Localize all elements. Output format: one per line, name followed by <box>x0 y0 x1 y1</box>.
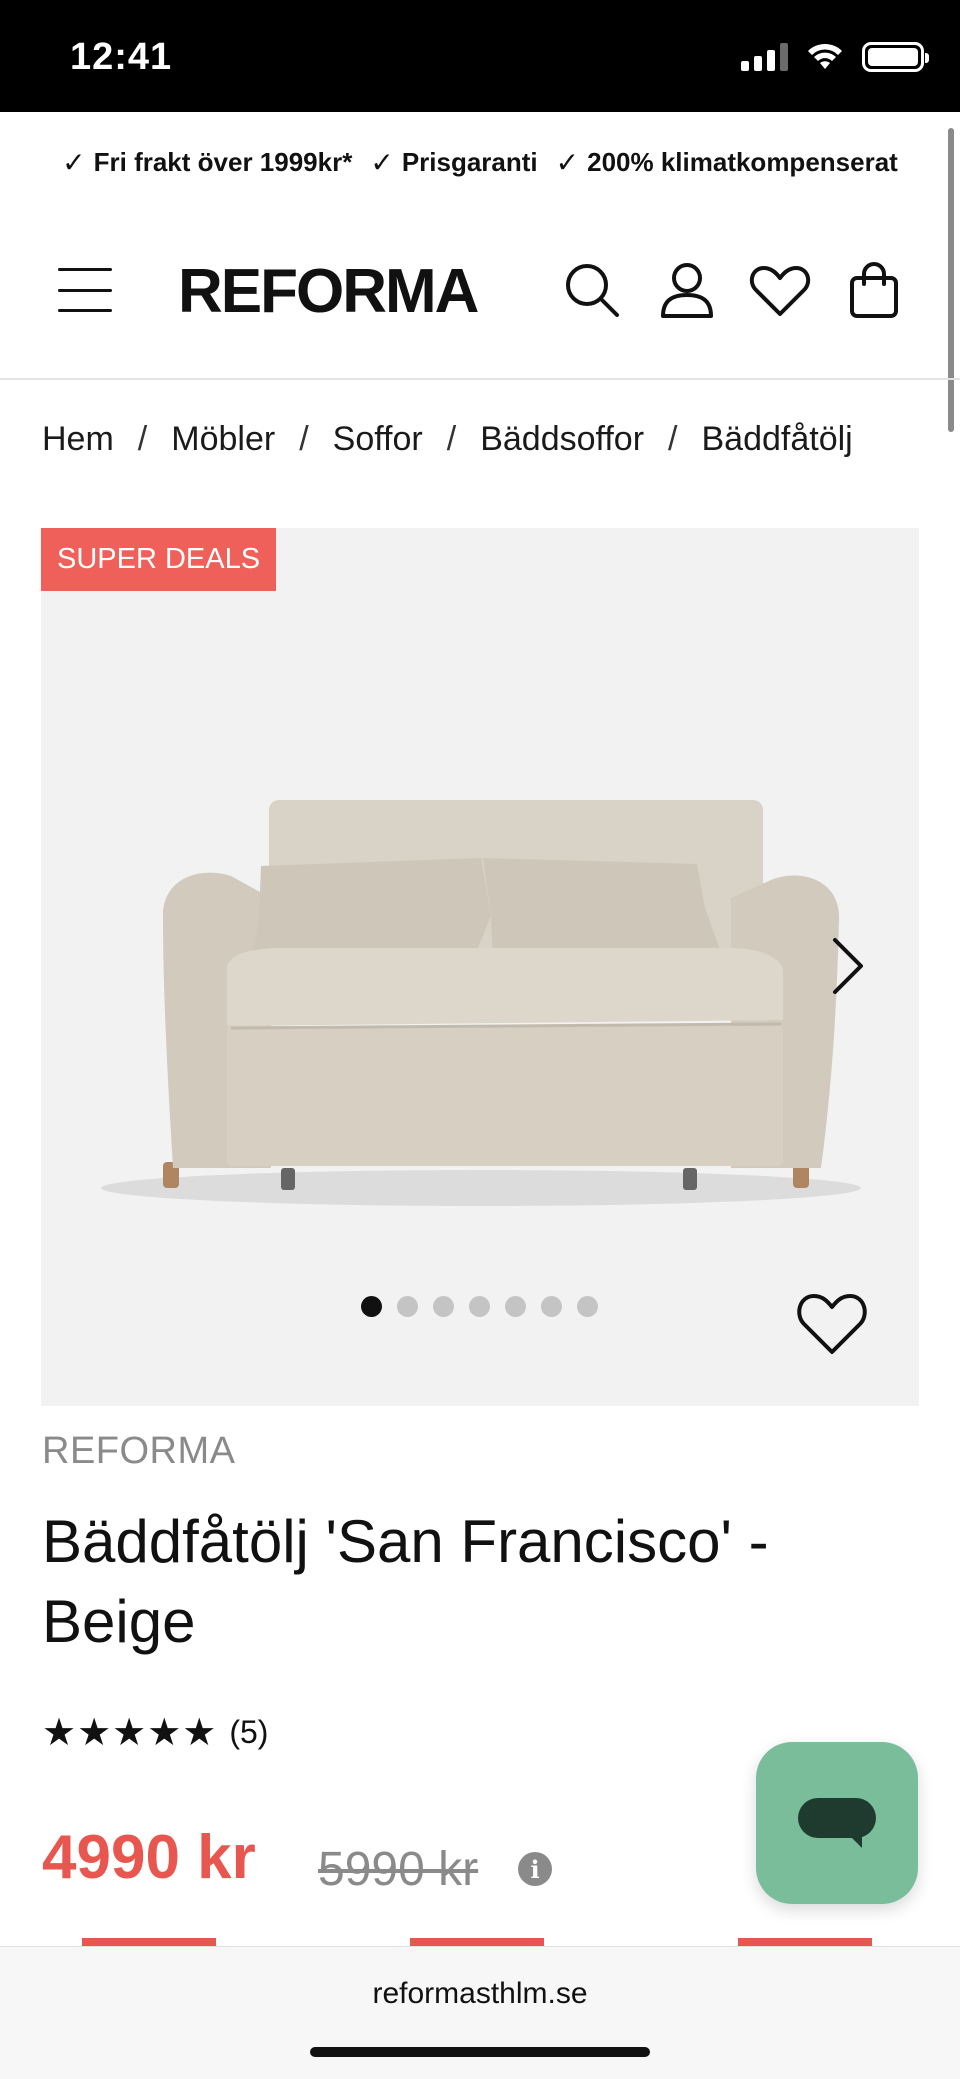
original-price: 5990 kr <box>318 1843 479 1896</box>
usp-label: Fri frakt över 1999kr* <box>93 146 353 177</box>
url-display[interactable]: reformasthlm.se <box>0 1977 960 2011</box>
status-bar: 12:41 <box>0 0 960 112</box>
tab-indicator <box>410 1938 544 1946</box>
gallery-dot[interactable] <box>541 1296 562 1317</box>
check-icon: ✓ <box>370 146 394 178</box>
browser-address-bar: reformasthlm.se <box>0 1946 960 2079</box>
chevron-right-icon[interactable] <box>827 936 867 996</box>
check-icon: ✓ <box>62 146 86 178</box>
usp-bar: ✓ Fri frakt över 1999kr* ✓ Prisgaranti ✓… <box>0 124 960 200</box>
product-title: Bäddfåtölj 'San Francisco' - Beige <box>42 1508 769 1655</box>
usp-item-price-guarantee: ✓ Prisgaranti <box>370 146 537 179</box>
add-to-wishlist-heart-icon[interactable] <box>795 1288 869 1356</box>
signal-icon <box>741 43 788 71</box>
breadcrumb-item-current[interactable]: Bäddfåtölj <box>701 420 852 458</box>
gallery-dot[interactable] <box>433 1296 454 1317</box>
breadcrumb-item[interactable]: Möbler <box>171 420 275 458</box>
super-deals-badge: SUPER DEALS <box>41 528 277 591</box>
gallery-dot[interactable] <box>361 1296 382 1317</box>
breadcrumb-item[interactable]: Bäddsoffor <box>480 420 644 458</box>
tab-indicator <box>82 1938 216 1946</box>
breadcrumb-item[interactable]: Soffor <box>333 420 423 458</box>
breadcrumb-separator: / <box>299 420 309 458</box>
cart-icon[interactable] <box>842 258 906 322</box>
check-icon: ✓ <box>555 146 580 178</box>
site-header: REFORMA <box>0 210 960 380</box>
usp-item-climate: ✓ 200% klimatkompenserat <box>556 146 898 179</box>
breadcrumb-separator: / <box>668 420 678 458</box>
breadcrumb-separator: / <box>446 420 457 458</box>
home-indicator[interactable] <box>310 2047 650 2057</box>
current-price: 4990 kr <box>42 1823 256 1892</box>
chat-button[interactable] <box>756 1742 918 1904</box>
search-icon[interactable] <box>560 258 624 322</box>
product-rating[interactable]: ★★★★★ (5) <box>42 1710 268 1755</box>
usp-label: 200% klimatkompenserat <box>587 146 898 177</box>
account-icon[interactable] <box>655 258 719 322</box>
battery-icon <box>862 42 929 72</box>
wishlist-icon[interactable] <box>748 258 812 322</box>
usp-label: Prisgaranti <box>401 146 538 177</box>
gallery-dot[interactable] <box>577 1296 598 1317</box>
wifi-icon <box>808 43 842 69</box>
breadcrumb-separator: / <box>137 420 148 458</box>
menu-icon[interactable] <box>58 268 112 312</box>
gallery-dot[interactable] <box>505 1296 526 1317</box>
price-info-icon[interactable]: i <box>518 1852 552 1886</box>
tab-indicator <box>738 1938 872 1946</box>
gallery-dot[interactable] <box>469 1296 490 1317</box>
product-image <box>101 800 861 1206</box>
gallery-dot[interactable] <box>397 1296 418 1317</box>
breadcrumb-item[interactable]: Hem <box>42 420 114 458</box>
gallery-pagination <box>361 1296 598 1317</box>
usp-item-shipping: ✓ Fri frakt över 1999kr* <box>62 146 352 179</box>
status-time: 12:41 <box>70 36 173 78</box>
product-gallery[interactable]: SUPER DEALS <box>41 528 919 1406</box>
site-logo[interactable]: REFORMA <box>178 256 479 327</box>
star-rating-icon: ★★★★★ <box>42 1712 218 1754</box>
review-count: (5) <box>229 1714 269 1750</box>
breadcrumb: Hem / Möbler / Soffor / Bäddsoffor / Bäddfåtölj <box>42 420 912 470</box>
chat-icon <box>798 1798 876 1838</box>
status-icons <box>741 42 929 72</box>
product-brand[interactable]: REFORMA <box>42 1430 236 1473</box>
